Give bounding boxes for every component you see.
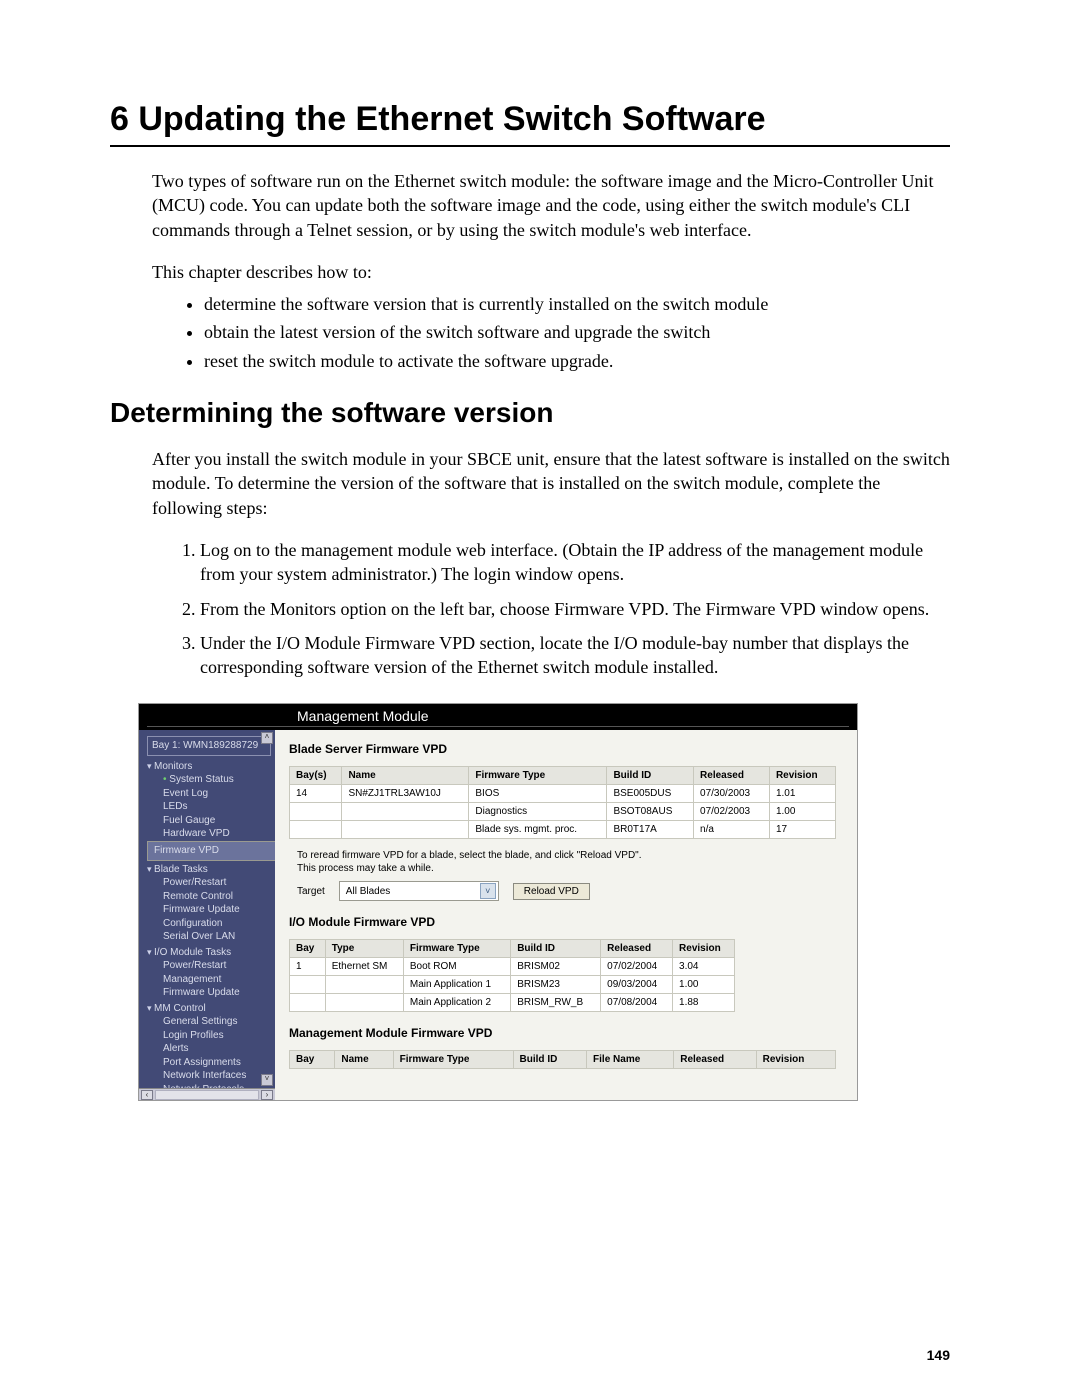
intro-lead: This chapter describes how to: bbox=[152, 260, 950, 284]
col-released: Released bbox=[674, 1051, 756, 1069]
sidebar-horizontal-scrollbar[interactable]: ‹ › bbox=[139, 1088, 275, 1100]
step-item: From the Monitors option on the left bar… bbox=[200, 597, 950, 621]
col-bay: Bay(s) bbox=[290, 767, 342, 785]
col-revision: Revision bbox=[756, 1051, 835, 1069]
col-revision: Revision bbox=[769, 767, 835, 785]
sidebar-bay-label: Bay 1: WMN189288729 bbox=[147, 736, 271, 756]
sidebar-group-label: MM Control bbox=[147, 1003, 206, 1014]
mm-firmware-table: Bay Name Firmware Type Build ID File Nam… bbox=[289, 1050, 836, 1069]
table-row: 14 SN#ZJ1TRL3AW10J BIOS BSE005DUS 07/30/… bbox=[290, 785, 836, 803]
table-row: Blade sys. mgmt. proc. BR0T17A n/a 17 bbox=[290, 821, 836, 839]
screenshot-title: Management Module bbox=[147, 708, 429, 724]
sidebar-item-alerts[interactable]: Alerts bbox=[147, 1042, 271, 1056]
mm-firmware-vpd-heading: Management Module Firmware VPD bbox=[289, 1026, 847, 1040]
sidebar-item-leds[interactable]: LEDs bbox=[147, 800, 271, 814]
col-firmware-type: Firmware Type bbox=[469, 767, 607, 785]
col-type: Type bbox=[325, 940, 403, 958]
sidebar-item-fuel-gauge[interactable]: Fuel Gauge bbox=[147, 814, 271, 828]
intro-bullet: obtain the latest version of the switch … bbox=[204, 320, 950, 344]
chapter-title: 6 Updating the Ethernet Switch Software bbox=[110, 100, 950, 139]
step-item: Under the I/O Module Firmware VPD sectio… bbox=[200, 631, 950, 680]
sidebar-item-event-log[interactable]: Event Log bbox=[147, 787, 271, 801]
scroll-down-icon[interactable]: ˅ bbox=[261, 1074, 273, 1086]
col-build-id: Build ID bbox=[513, 1051, 587, 1069]
target-label: Target bbox=[297, 886, 325, 897]
col-build-id: Build ID bbox=[607, 767, 694, 785]
page-number: 149 bbox=[927, 1347, 950, 1363]
screenshot-titlebar: Management Module bbox=[139, 704, 857, 730]
col-firmware-type: Firmware Type bbox=[403, 940, 510, 958]
sidebar-item-firmware-update[interactable]: Firmware Update bbox=[147, 903, 271, 917]
target-select[interactable]: All Blades ˅ bbox=[339, 881, 499, 901]
table-row: Main Application 1 BRISM23 09/03/2004 1.… bbox=[290, 976, 735, 994]
steps-list: Log on to the management module web inte… bbox=[152, 538, 950, 679]
sidebar-group-monitors[interactable]: Monitors bbox=[147, 760, 271, 774]
blade-server-firmware-vpd-heading: Blade Server Firmware VPD bbox=[289, 742, 847, 756]
section-paragraph: After you install the switch module in y… bbox=[152, 447, 950, 520]
sidebar-group-mm-control[interactable]: MM Control bbox=[147, 1002, 271, 1016]
scroll-left-icon[interactable]: ‹ bbox=[141, 1090, 153, 1100]
intro-bullet: reset the switch module to activate the … bbox=[204, 349, 950, 373]
target-select-value: All Blades bbox=[346, 886, 390, 897]
main-pane: Blade Server Firmware VPD Bay(s) Name Fi… bbox=[275, 730, 857, 1100]
sidebar-item-network-interfaces[interactable]: Network Interfaces bbox=[147, 1069, 271, 1083]
sidebar-group-label: I/O Module Tasks bbox=[147, 947, 231, 958]
intro-paragraph: Two types of software run on the Etherne… bbox=[152, 169, 950, 242]
col-released: Released bbox=[601, 940, 673, 958]
scroll-track[interactable] bbox=[155, 1090, 259, 1100]
sidebar-item-io-firmware-update[interactable]: Firmware Update bbox=[147, 986, 271, 1000]
management-module-screenshot: Management Module ˄ Bay 1: WMN189288729 … bbox=[138, 703, 858, 1101]
col-revision: Revision bbox=[673, 940, 735, 958]
section-title: Determining the software version bbox=[110, 397, 950, 429]
col-name: Name bbox=[342, 767, 469, 785]
col-bay: Bay bbox=[290, 940, 326, 958]
sidebar-item-io-management[interactable]: Management bbox=[147, 973, 271, 987]
col-name: Name bbox=[335, 1051, 393, 1069]
col-bay: Bay bbox=[290, 1051, 335, 1069]
sidebar-item-io-power-restart[interactable]: Power/Restart bbox=[147, 959, 271, 973]
sidebar-group-io-module-tasks[interactable]: I/O Module Tasks bbox=[147, 946, 271, 960]
table-row: Main Application 2 BRISM_RW_B 07/08/2004… bbox=[290, 994, 735, 1012]
io-module-firmware-vpd-heading: I/O Module Firmware VPD bbox=[289, 915, 847, 929]
intro-bullet-list: determine the software version that is c… bbox=[152, 292, 950, 373]
intro-bullet: determine the software version that is c… bbox=[204, 292, 950, 316]
col-file-name: File Name bbox=[587, 1051, 674, 1069]
table-row: 1 Ethernet SM Boot ROM BRISM02 07/02/200… bbox=[290, 958, 735, 976]
blade-firmware-table: Bay(s) Name Firmware Type Build ID Relea… bbox=[289, 766, 836, 839]
sidebar-item-login-profiles[interactable]: Login Profiles bbox=[147, 1029, 271, 1043]
sidebar-item-firmware-vpd[interactable]: Firmware VPD bbox=[147, 841, 275, 861]
reload-note: To reread firmware VPD for a blade, sele… bbox=[297, 849, 847, 875]
table-row: Diagnostics BSOT08AUS 07/02/2003 1.00 bbox=[290, 803, 836, 821]
col-released: Released bbox=[694, 767, 770, 785]
sidebar-group-label: Monitors bbox=[147, 761, 192, 772]
scroll-up-icon[interactable]: ˄ bbox=[261, 732, 273, 744]
chapter-rule bbox=[110, 145, 950, 147]
scroll-right-icon[interactable]: › bbox=[261, 1090, 273, 1100]
sidebar-group-label: Blade Tasks bbox=[147, 864, 208, 875]
sidebar-item-serial-over-lan[interactable]: Serial Over LAN bbox=[147, 930, 271, 944]
sidebar-item-system-status[interactable]: System Status bbox=[147, 773, 271, 787]
step-item: Log on to the management module web inte… bbox=[200, 538, 950, 587]
sidebar-item-remote-control[interactable]: Remote Control bbox=[147, 890, 271, 904]
sidebar-item-configuration[interactable]: Configuration bbox=[147, 917, 271, 931]
sidebar-nav: ˄ Bay 1: WMN189288729 Monitors System St… bbox=[139, 730, 275, 1100]
col-build-id: Build ID bbox=[511, 940, 601, 958]
col-firmware-type: Firmware Type bbox=[393, 1051, 513, 1069]
io-firmware-table: Bay Type Firmware Type Build ID Released… bbox=[289, 939, 735, 1012]
reload-vpd-button[interactable]: Reload VPD bbox=[513, 883, 590, 900]
chevron-down-icon[interactable]: ˅ bbox=[480, 883, 496, 899]
sidebar-item-port-assignments[interactable]: Port Assignments bbox=[147, 1056, 271, 1070]
sidebar-item-general-settings[interactable]: General Settings bbox=[147, 1015, 271, 1029]
sidebar-item-hardware-vpd[interactable]: Hardware VPD bbox=[147, 827, 271, 841]
sidebar-item-power-restart[interactable]: Power/Restart bbox=[147, 876, 271, 890]
sidebar-group-blade-tasks[interactable]: Blade Tasks bbox=[147, 863, 271, 877]
